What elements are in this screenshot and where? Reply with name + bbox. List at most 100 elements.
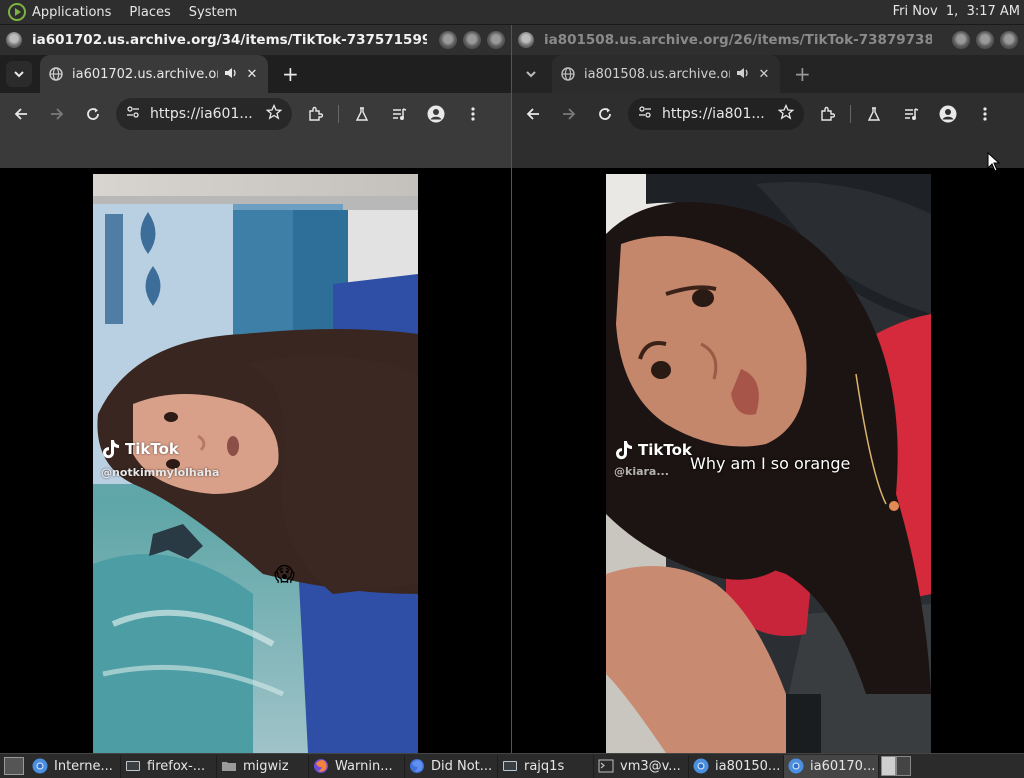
tiktok-watermark: TikTok: [103, 439, 179, 459]
back-button[interactable]: [518, 99, 548, 129]
workspace-2[interactable]: [896, 756, 911, 776]
reload-button[interactable]: [590, 99, 620, 129]
site-info-icon[interactable]: [638, 105, 652, 122]
window-menu-icon[interactable]: [6, 32, 22, 48]
address-bar[interactable]: https://ia801...: [628, 97, 804, 130]
globe-icon: [560, 66, 576, 82]
menu-applications[interactable]: Applications: [32, 5, 111, 20]
window-titlebar[interactable]: ia801508.us.archive.org/26/items/TikTok-…: [512, 25, 1024, 55]
bookmark-star-icon[interactable]: [265, 103, 283, 124]
taskbar-item-vm3[interactable]: vm3@v...: [594, 754, 689, 778]
tiktok-handle: @kiara...: [614, 465, 669, 478]
firefox-icon: [409, 758, 425, 774]
arrow-left-icon: [526, 107, 539, 120]
taskbar-item-ia80150[interactable]: ia80150...: [689, 754, 784, 778]
new-tab-button[interactable]: +: [794, 62, 811, 86]
video-caption: Why am I so orange: [690, 454, 851, 473]
terminal-icon: [598, 758, 614, 774]
tiktok-logo-icon: [616, 441, 632, 460]
browser-window-right: ia801508.us.archive.org/26/items/TikTok-…: [512, 25, 1024, 753]
arrow-right-icon: [51, 107, 64, 120]
menu-places[interactable]: Places: [129, 5, 170, 20]
tab-title: ia801508.us.archive.org/: [584, 66, 730, 82]
tiktok-brand-text: TikTok: [638, 441, 692, 459]
taskbar-item-ia60170[interactable]: ia60170...: [784, 754, 879, 778]
tab-active[interactable]: ia601702.us.archive.org/3 ✕: [40, 55, 268, 93]
speaker-icon[interactable]: [224, 67, 238, 82]
tiktok-watermark: TikTok: [616, 440, 692, 460]
mouse-pointer-icon: [987, 152, 1001, 172]
workspace-switcher[interactable]: [881, 756, 911, 776]
minimize-button[interactable]: [952, 31, 970, 49]
taskbar-item-did-not[interactable]: Did Not...: [405, 754, 498, 778]
profile-avatar-icon[interactable]: [934, 100, 962, 128]
extensions-icon[interactable]: [813, 100, 841, 128]
close-window-button[interactable]: [487, 31, 505, 49]
profile-avatar-icon[interactable]: [422, 100, 450, 128]
back-button[interactable]: [6, 99, 36, 129]
tab-title: ia601702.us.archive.org/3: [72, 66, 218, 82]
maximize-button[interactable]: [463, 31, 481, 49]
taskbar-item-warning[interactable]: Warnin...: [309, 754, 405, 778]
toolbar-separator: [850, 104, 851, 123]
minimize-button[interactable]: [439, 31, 457, 49]
extensions-icon[interactable]: [301, 100, 329, 128]
tab-search-button[interactable]: [518, 61, 544, 87]
labs-flask-icon[interactable]: [348, 100, 376, 128]
arrow-left-icon: [14, 107, 27, 120]
url-text: https://ia801...: [662, 105, 765, 122]
distro-logo-icon[interactable]: [8, 3, 26, 21]
browser-window-left: ia601702.us.archive.org/34/items/TikTok-…: [0, 25, 511, 753]
tab-strip: ia801508.us.archive.org/ ✕ +: [512, 55, 1024, 93]
workspace-1[interactable]: [881, 756, 896, 776]
chevron-down-icon: [14, 71, 24, 78]
media-controls-icon[interactable]: [897, 100, 925, 128]
tab-search-button[interactable]: [6, 61, 32, 87]
more-menu-icon[interactable]: [459, 100, 487, 128]
taskbar-item-rajq1s[interactable]: rajq1s: [498, 754, 594, 778]
show-desktop-button[interactable]: [4, 757, 24, 775]
forward-button[interactable]: [42, 99, 72, 129]
toolbar-extension-strip: [0, 134, 511, 168]
bookmark-star-icon[interactable]: [777, 103, 795, 124]
reload-button[interactable]: [78, 99, 108, 129]
window-titlebar[interactable]: ia601702.us.archive.org/34/items/TikTok-…: [0, 25, 511, 55]
video-player-left[interactable]: TikTok @notkimmylolhaha 😱: [93, 174, 418, 753]
toolbar-extension-strip: [512, 134, 1024, 168]
folder-icon: [221, 758, 237, 774]
labs-flask-icon[interactable]: [860, 100, 888, 128]
tiktok-brand-text: TikTok: [125, 440, 179, 458]
video-frame: [93, 174, 418, 753]
more-menu-icon[interactable]: [971, 100, 999, 128]
close-window-button[interactable]: [1000, 31, 1018, 49]
forward-button[interactable]: [554, 99, 584, 129]
page-content: TikTok @notkimmylolhaha 😱: [0, 174, 511, 753]
firefox-icon: [313, 758, 329, 774]
tiktok-logo-icon: [103, 440, 119, 459]
new-tab-button[interactable]: +: [282, 62, 299, 86]
site-info-icon[interactable]: [126, 105, 140, 122]
chrome-icon: [32, 758, 48, 774]
speaker-icon[interactable]: [736, 67, 750, 82]
close-tab-icon[interactable]: ✕: [756, 67, 772, 82]
taskbar-item-migwiz[interactable]: migwiz: [217, 754, 309, 778]
globe-icon: [48, 66, 64, 82]
clock[interactable]: Fri Nov 1, 3:17 AM: [893, 4, 1020, 19]
reload-icon: [87, 107, 99, 120]
shocked-emoji-sticker: 😱: [274, 562, 295, 586]
browser-toolbar: https://ia601...: [0, 93, 511, 134]
video-player-right[interactable]: TikTok @kiara... Why am I so orange: [606, 174, 931, 753]
page-content: TikTok @kiara... Why am I so orange: [512, 174, 1024, 753]
tab-active[interactable]: ia801508.us.archive.org/ ✕: [552, 55, 780, 93]
window-title: ia601702.us.archive.org/34/items/TikTok-…: [32, 32, 427, 48]
top-panel: Applications Places System Fri Nov 1, 3:…: [0, 0, 1024, 25]
taskbar-item-internet[interactable]: Interne...: [28, 754, 121, 778]
window-menu-icon[interactable]: [518, 32, 534, 48]
maximize-button[interactable]: [976, 31, 994, 49]
menu-system[interactable]: System: [189, 5, 237, 20]
taskbar-item-firefox-terminal[interactable]: firefox-...: [121, 754, 217, 778]
address-bar[interactable]: https://ia601...: [116, 97, 292, 130]
close-tab-icon[interactable]: ✕: [244, 67, 260, 82]
media-controls-icon[interactable]: [385, 100, 413, 128]
arrow-right-icon: [563, 107, 576, 120]
